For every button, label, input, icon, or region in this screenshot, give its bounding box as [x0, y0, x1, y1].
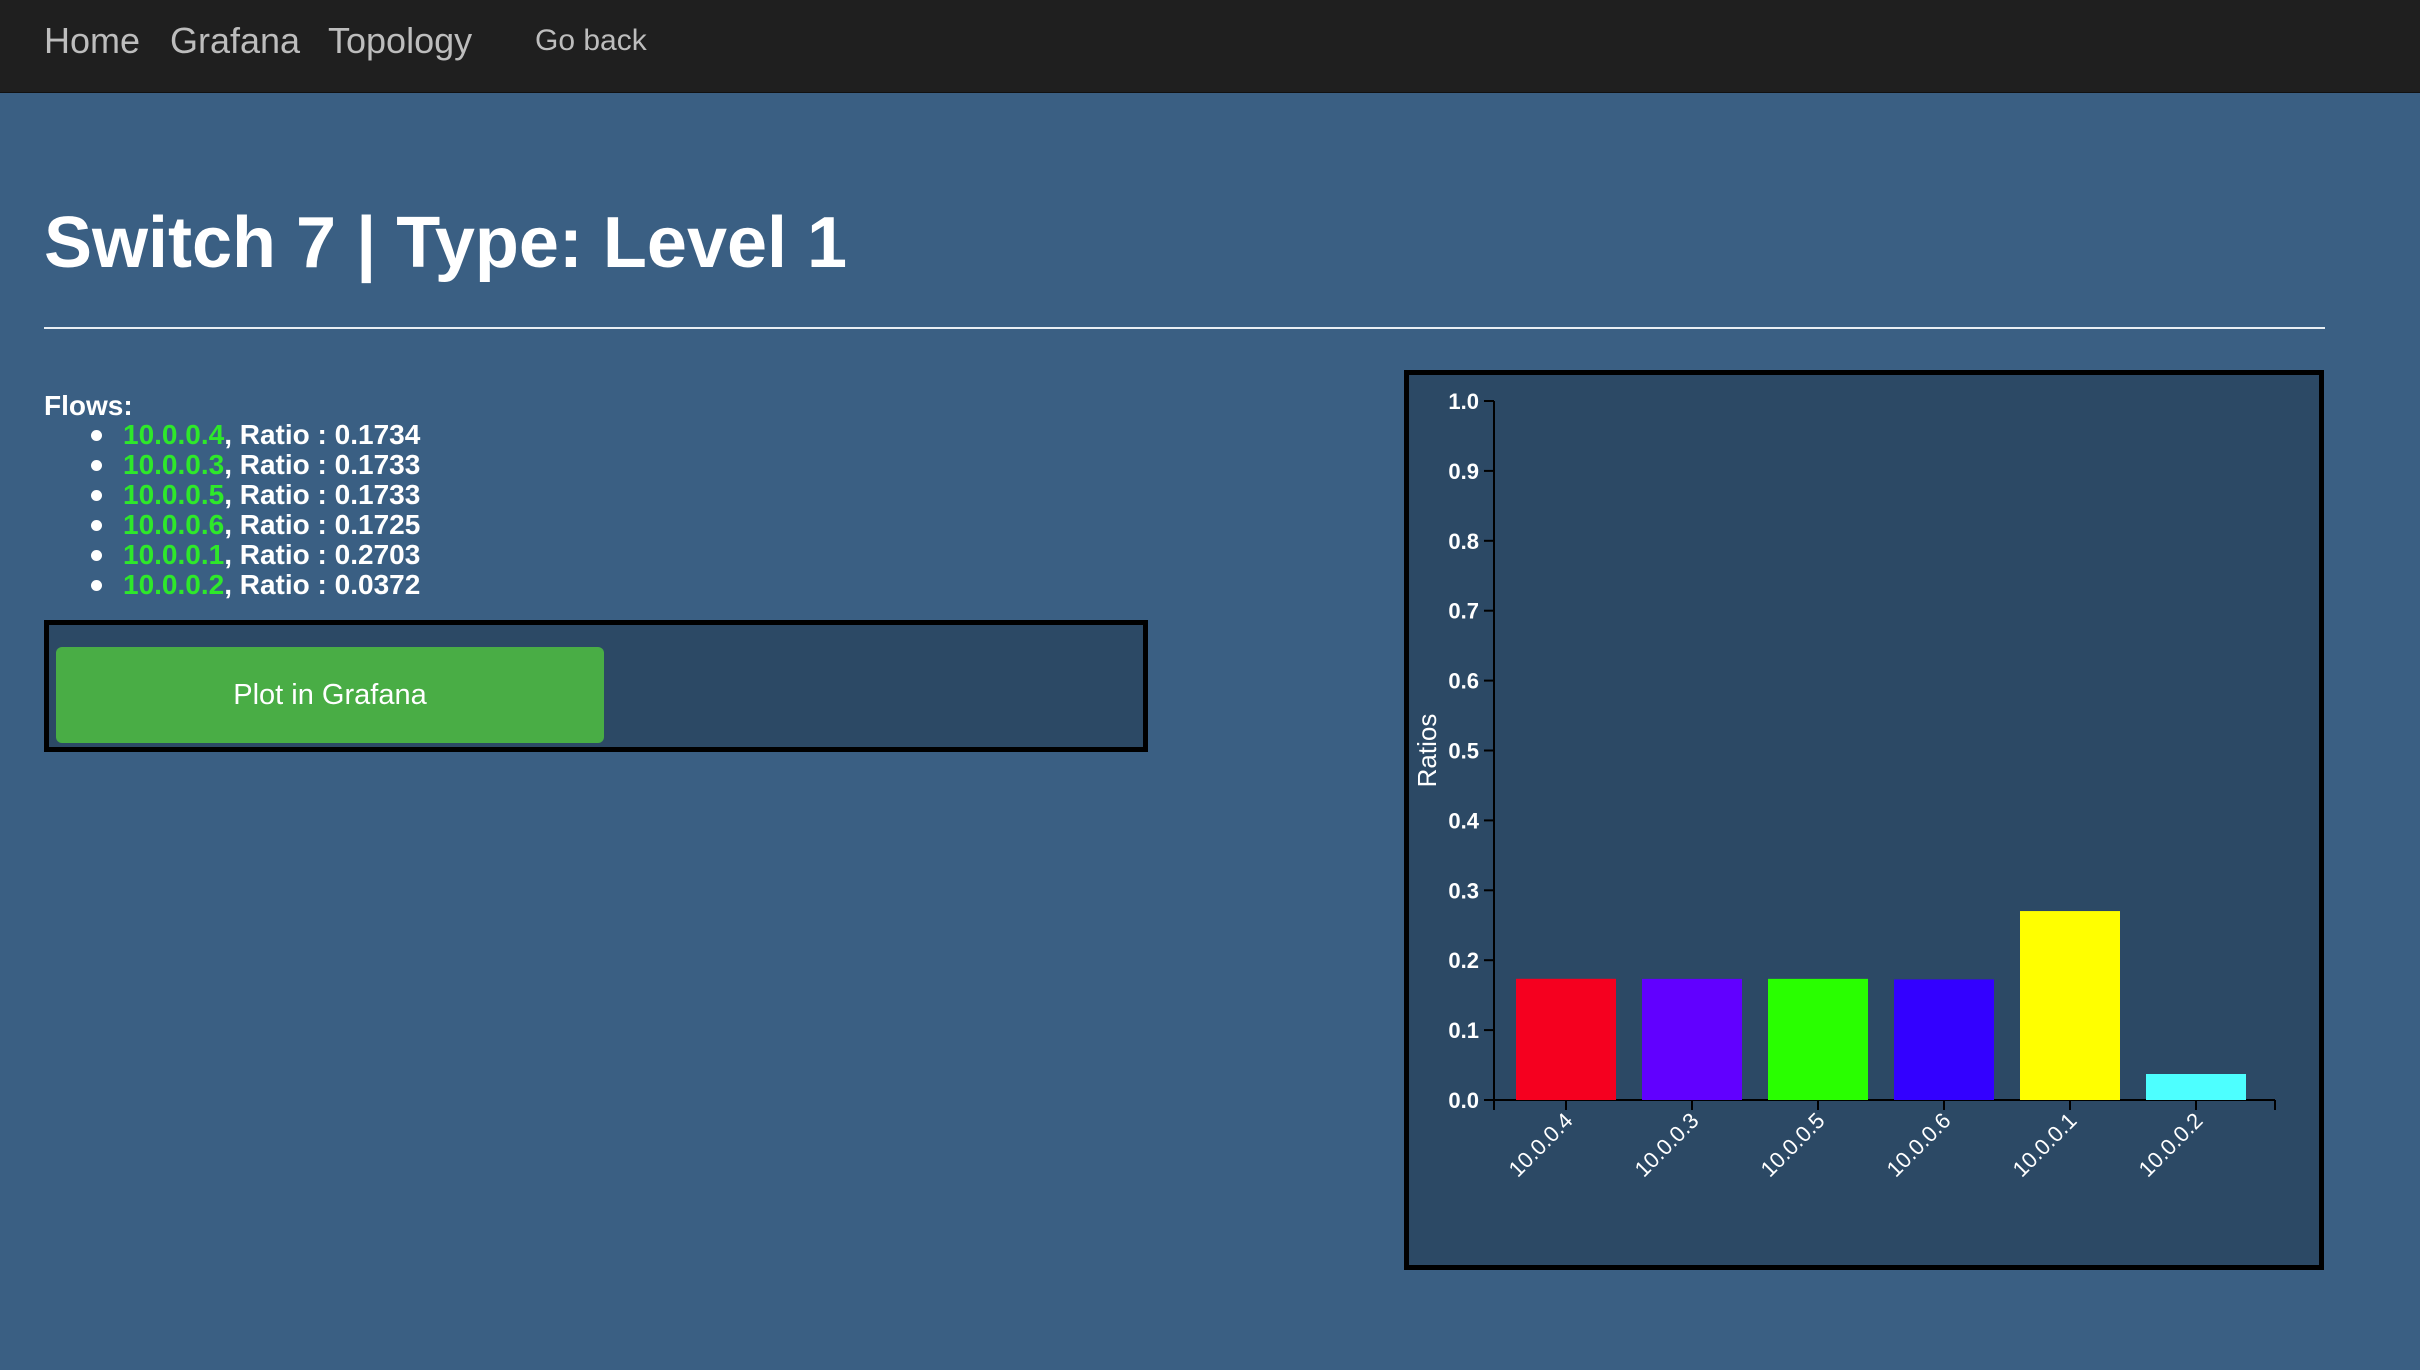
flow-ratio: , Ratio : 0.1733 — [224, 449, 421, 480]
bar-10-0-0-3 — [1642, 978, 1742, 1100]
y-tick-label: 1.0 — [1448, 389, 1479, 414]
flow-list-item: 10.0.0.4, Ratio : 0.1734 — [44, 420, 420, 450]
flow-list-item: 10.0.0.1, Ratio : 0.2703 — [44, 540, 420, 570]
nav-link-grafana[interactable]: Grafana — [170, 20, 300, 62]
y-tick-label: 0.0 — [1448, 1088, 1479, 1113]
flow-list-item: 10.0.0.2, Ratio : 0.0372 — [44, 570, 420, 600]
bullet-icon — [91, 580, 102, 591]
flow-ip: 10.0.0.5 — [123, 479, 225, 510]
y-axis-label: Ratios — [1412, 714, 1442, 788]
flow-ip: 10.0.0.1 — [123, 539, 225, 570]
bullet-icon — [91, 430, 102, 441]
x-tick-label: 10.0.0.6 — [1882, 1108, 1956, 1182]
y-tick-label: 0.5 — [1448, 739, 1479, 764]
flow-ratio: , Ratio : 0.1733 — [224, 479, 421, 510]
plot-in-grafana-button[interactable]: Plot in Grafana — [56, 647, 604, 743]
grafana-button-panel: Plot in Grafana — [44, 620, 1148, 752]
y-tick-label: 0.4 — [1448, 808, 1479, 833]
title-divider — [44, 327, 2325, 329]
bullet-icon — [91, 490, 102, 501]
y-tick-label: 0.8 — [1448, 529, 1479, 554]
x-tick-label: 10.0.0.4 — [1504, 1108, 1578, 1182]
ratios-bar-chart: 0.0 0.1 0.2 0.3 0.4 0.5 0.6 0.7 0.8 0.9 1.0 Ratios 1… — [1412, 389, 2276, 1182]
flow-ratio: , Ratio : 0.2703 — [224, 539, 421, 570]
bullet-icon — [91, 550, 102, 561]
flow-ratio: , Ratio : 0.1725 — [224, 509, 421, 540]
flow-ratio: , Ratio : 0.1734 — [224, 419, 421, 450]
bar-10-0-0-6 — [1894, 979, 1994, 1100]
x-tick-label: 10.0.0.1 — [2008, 1108, 2082, 1182]
bullet-icon — [91, 520, 102, 531]
top-navbar: Home Grafana Topology Go back — [0, 0, 2420, 93]
flows-heading: Flows: — [44, 390, 133, 421]
x-tick-label: 10.0.0.2 — [2134, 1108, 2208, 1182]
x-tick-label: 10.0.0.3 — [1630, 1108, 1704, 1182]
y-tick-label: 0.6 — [1448, 669, 1479, 694]
flow-list-item: 10.0.0.5, Ratio : 0.1733 — [44, 480, 420, 510]
bullet-icon — [91, 460, 102, 471]
flow-ip: 10.0.0.6 — [123, 509, 225, 540]
flows-list: 10.0.0.4, Ratio : 0.1734 10.0.0.3, Ratio… — [44, 420, 420, 600]
nav-link-home[interactable]: Home — [44, 20, 140, 62]
y-tick-label: 0.2 — [1448, 948, 1479, 973]
y-tick-label: 0.1 — [1448, 1018, 1479, 1043]
y-tick-label: 0.7 — [1448, 599, 1479, 624]
flow-list-item: 10.0.0.6, Ratio : 0.1725 — [44, 510, 420, 540]
y-tick-label: 0.9 — [1448, 459, 1479, 484]
bar-10-0-0-5 — [1768, 978, 1868, 1100]
go-back-link[interactable]: Go back — [535, 24, 647, 58]
flow-ip: 10.0.0.3 — [123, 449, 225, 480]
bar-10-0-0-4 — [1516, 978, 1616, 1100]
x-tick-label: 10.0.0.5 — [1756, 1108, 1830, 1182]
flow-ratio: , Ratio : 0.0372 — [224, 569, 421, 600]
nav-link-topology[interactable]: Topology — [328, 20, 472, 62]
ratios-chart-panel: 0.0 0.1 0.2 0.3 0.4 0.5 0.6 0.7 0.8 0.9 1.0 Ratios 1… — [1404, 370, 2324, 1270]
flow-list-item: 10.0.0.3, Ratio : 0.1733 — [44, 450, 420, 480]
page-title: Switch 7 | Type: Level 1 — [44, 203, 848, 283]
y-tick-label: 0.3 — [1448, 878, 1479, 903]
flow-ip: 10.0.0.2 — [123, 569, 225, 600]
bar-10-0-0-1 — [2020, 911, 2120, 1100]
flow-ip: 10.0.0.4 — [123, 419, 225, 450]
bar-10-0-0-2 — [2146, 1073, 2246, 1100]
